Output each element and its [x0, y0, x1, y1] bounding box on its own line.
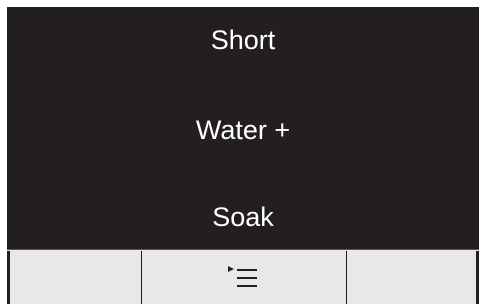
menu-list-icon — [228, 266, 257, 287]
softkey-bar — [7, 249, 479, 304]
appliance-display: Short Water + Soak — [7, 7, 479, 304]
menu-option-short[interactable]: Short — [7, 20, 479, 60]
softkey-left[interactable] — [10, 251, 142, 304]
softkey-right[interactable] — [347, 251, 476, 304]
softkey-menu[interactable] — [142, 251, 347, 304]
menu-option-soak[interactable]: Soak — [7, 197, 479, 237]
menu-option-water-plus[interactable]: Water + — [7, 110, 479, 150]
